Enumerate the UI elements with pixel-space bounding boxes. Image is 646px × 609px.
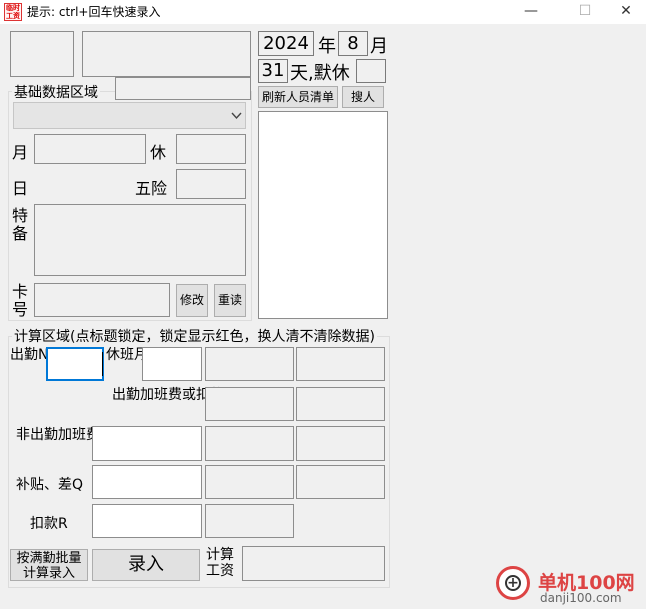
close-icon: ✕ xyxy=(620,3,632,19)
month-field[interactable] xyxy=(34,134,146,164)
month-label: 月 xyxy=(12,143,29,162)
refresh-staff-button[interactable]: 刷新人员清单 xyxy=(258,86,338,108)
subsidy-result-1 xyxy=(205,465,294,499)
days-label: 天,默休 xyxy=(290,63,350,84)
card-number-field[interactable] xyxy=(34,283,170,317)
overtime-result-2 xyxy=(296,387,385,421)
default-rest-field[interactable] xyxy=(356,59,386,83)
full-attendance-batch-button[interactable]: 按满勤批量计算录入 xyxy=(10,549,88,581)
year-field[interactable]: 2024 xyxy=(258,31,314,56)
month-value-field[interactable]: 8 xyxy=(338,31,368,56)
non-attendance-label: 非出勤加班费P xyxy=(16,427,109,443)
non-attendance-input[interactable] xyxy=(92,426,202,461)
salary-result xyxy=(242,546,385,581)
insurance-field[interactable] xyxy=(176,169,246,199)
watermark-logo-icon: + xyxy=(496,566,530,600)
app-icon-text: 临时工资 xyxy=(6,4,20,20)
chevron-down-icon xyxy=(231,112,242,120)
salary-label: 计算工资 xyxy=(206,547,234,579)
overtime-label: 出勤加班费或扣款 xyxy=(112,387,224,403)
deduction-result xyxy=(205,504,294,538)
rest-shift-label: 休班月-N xyxy=(106,347,164,363)
minimize-icon: — xyxy=(524,3,538,19)
submit-button[interactable]: 录入 xyxy=(92,549,200,581)
non-attendance-result-2 xyxy=(296,426,385,461)
app-icon: 临时工资 xyxy=(4,3,22,21)
close-button[interactable]: ✕ xyxy=(606,0,646,24)
search-staff-button[interactable]: 搜人 xyxy=(342,86,384,108)
basic-data-code-field[interactable] xyxy=(115,77,251,100)
maximize-icon: ☐ xyxy=(578,3,592,19)
employee-id-box[interactable] xyxy=(10,31,74,77)
card-label: 卡号 xyxy=(12,282,29,319)
minimize-button[interactable]: — xyxy=(508,0,554,24)
rest-shift-result-2 xyxy=(296,347,385,381)
month-value-label: 月 xyxy=(370,36,388,57)
deduction-input[interactable] xyxy=(92,504,202,538)
modify-button[interactable]: 修改 xyxy=(176,284,208,317)
subsidy-label: 补贴、差Q xyxy=(16,477,84,493)
special-notes-field[interactable] xyxy=(34,204,246,276)
subsidy-result-2 xyxy=(296,465,385,499)
overtime-result-1 xyxy=(205,387,294,421)
text-cursor xyxy=(102,352,103,376)
insurance-label: 五险 xyxy=(135,179,168,198)
title-bar: 临时工资 提示: ctrl+回车快速录入 — ☐ ✕ xyxy=(0,0,646,24)
staff-list[interactable] xyxy=(258,111,388,319)
day-label: 日 xyxy=(12,179,29,198)
watermark-site-url: danji100.com xyxy=(540,591,622,605)
window-title: 提示: ctrl+回车快速录入 xyxy=(27,5,161,19)
basic-data-group-label: 基础数据区域 xyxy=(12,82,100,102)
attendance-input[interactable] xyxy=(46,347,104,381)
maximize-button[interactable]: ☐ xyxy=(562,0,608,24)
calc-group-label: 计算区域(点标题锁定，锁定显示红色，换人清不清除数据) xyxy=(12,326,377,346)
rest-field[interactable] xyxy=(176,134,246,164)
special-label: 特备 xyxy=(12,206,29,243)
year-label: 年 xyxy=(318,36,336,57)
subsidy-input[interactable] xyxy=(92,465,202,499)
employee-select[interactable] xyxy=(13,102,246,129)
rest-label: 休 xyxy=(150,143,167,162)
non-attendance-result-1 xyxy=(205,426,294,461)
attendance-label: 出勤N xyxy=(10,347,49,363)
reread-button[interactable]: 重读 xyxy=(214,284,246,317)
rest-shift-input[interactable] xyxy=(142,347,202,381)
deduction-label: 扣款R xyxy=(30,516,68,532)
employee-name-box[interactable] xyxy=(82,31,251,77)
rest-shift-result-1 xyxy=(205,347,294,381)
days-field[interactable]: 31 xyxy=(258,59,288,83)
